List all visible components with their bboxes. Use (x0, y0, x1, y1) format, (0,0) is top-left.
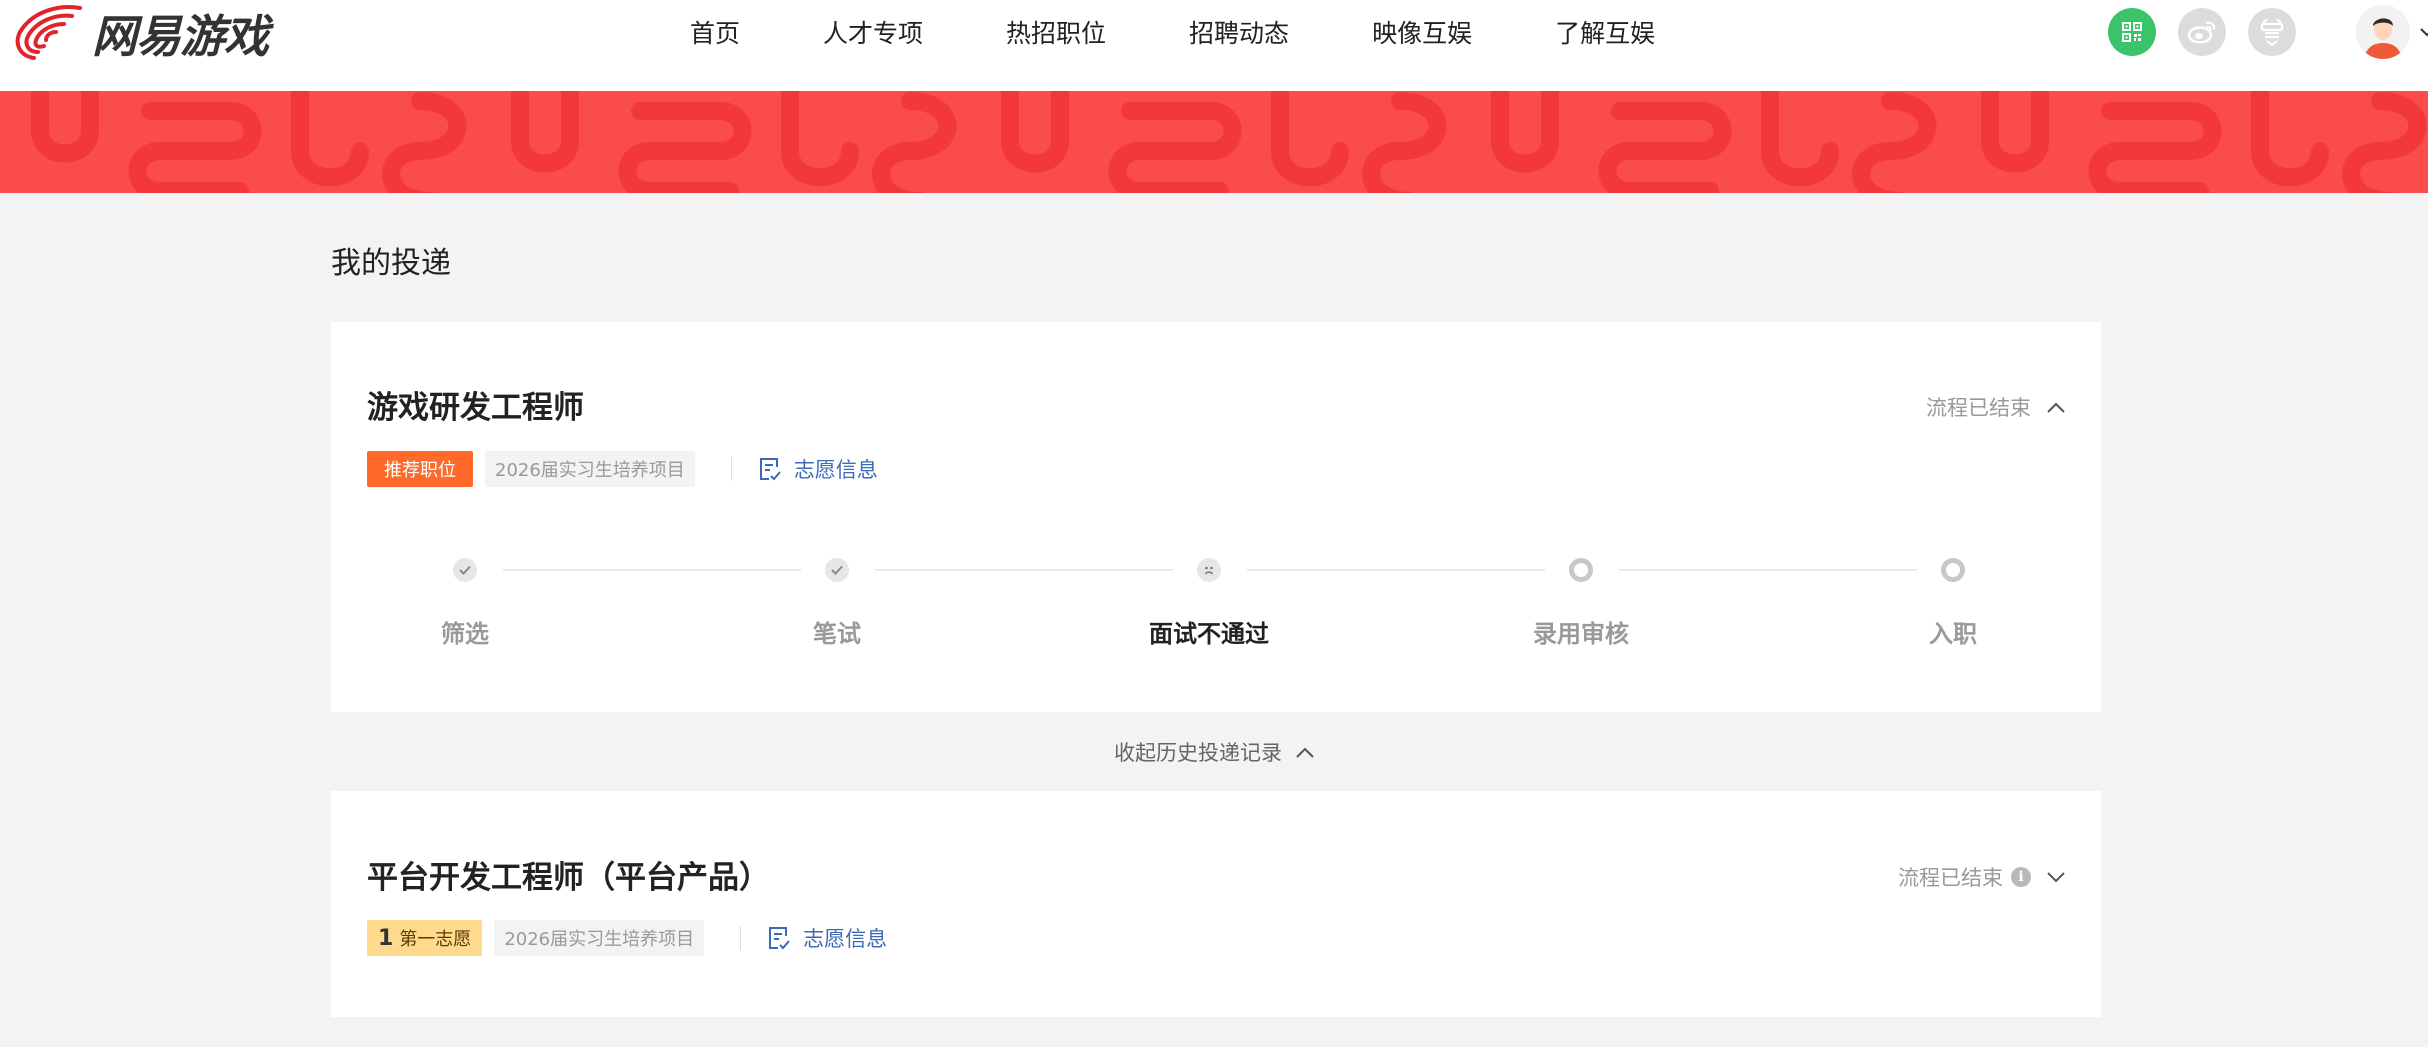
info-icon[interactable]: i (2011, 867, 2031, 887)
step-label: 录用审核 (1533, 620, 1629, 648)
job-title[interactable]: 平台开发工程师（平台产品） (367, 852, 770, 897)
wish-info-label: 志愿信息 (793, 458, 878, 482)
logo[interactable]: 网易游戏 (10, 0, 269, 64)
divider (730, 457, 732, 481)
step-label-current: 面试不通过 (1149, 620, 1269, 648)
qrcode-icon[interactable] (2108, 8, 2156, 56)
application-card: 游戏研发工程师 流程已结束 推荐职位 2026届实习生培养项目 志愿信息 筛选 … (331, 322, 2101, 712)
priority-number: 1 (378, 925, 394, 951)
pending-dot-icon (1569, 558, 1593, 582)
bilibili-icon[interactable] (2248, 8, 2296, 56)
application-card: 平台开发工程师（平台产品） 流程已结束 i 1 第一志愿 2026届实习生培养项… (331, 791, 2101, 1017)
page-title: 我的投递 (331, 246, 451, 281)
step-connector (875, 569, 1173, 571)
header-actions (2108, 5, 2428, 59)
page-banner (0, 91, 2428, 193)
wish-info-label: 志愿信息 (803, 927, 888, 951)
sad-face-icon (1197, 558, 1221, 582)
nav-item-about[interactable]: 了解互娱 (1555, 14, 1655, 50)
nav-item-hot-jobs[interactable]: 热招职位 (1006, 14, 1106, 50)
document-check-icon (769, 927, 790, 950)
logo-text: 网易游戏 (92, 9, 269, 63)
wish-info-link[interactable]: 志愿信息 (767, 923, 887, 953)
step-connector (1247, 569, 1545, 571)
pending-dot-icon (1941, 558, 1965, 582)
step-label: 笔试 (813, 620, 861, 648)
tag-row: 1 第一志愿 2026届实习生培养项目 志愿信息 (367, 920, 887, 956)
priority-label: 第一志愿 (399, 929, 472, 950)
status-toggle[interactable]: 流程已结束 i (1898, 862, 2065, 892)
nav-item-media[interactable]: 映像互娱 (1372, 14, 1472, 50)
chevron-down-icon (2047, 871, 2065, 882)
check-icon (825, 558, 849, 582)
project-badge: 2026届实习生培养项目 (494, 920, 705, 956)
status-text: 流程已结束 (1898, 866, 2003, 890)
chevron-up-icon (2047, 402, 2065, 413)
avatar[interactable] (2356, 5, 2410, 59)
collapse-history-toggle: 收起历史投递记录 (0, 737, 2428, 767)
chevron-up-icon (1296, 747, 1314, 758)
collapse-history-button[interactable]: 收起历史投递记录 (1114, 737, 1314, 767)
top-navbar: 网易游戏 首页 人才专项 热招职位 招聘动态 映像互娱 了解互娱 (0, 0, 2428, 91)
check-icon (453, 558, 477, 582)
priority-badge: 1 第一志愿 (367, 920, 483, 956)
nav-item-news[interactable]: 招聘动态 (1189, 14, 1289, 50)
collapse-history-label: 收起历史投递记录 (1114, 741, 1282, 765)
step-connector (503, 569, 801, 571)
nav-item-home[interactable]: 首页 (690, 14, 740, 50)
chevron-down-icon[interactable] (2420, 27, 2428, 37)
main-nav: 首页 人才专项 热招职位 招聘动态 映像互娱 了解互娱 (690, 0, 1655, 64)
step-label: 入职 (1929, 620, 1977, 648)
recommend-badge: 推荐职位 (367, 451, 473, 487)
weibo-icon[interactable] (2178, 8, 2226, 56)
status-text: 流程已结束 (1926, 396, 2031, 420)
step-connector (1619, 569, 1917, 571)
status-toggle[interactable]: 流程已结束 (1926, 392, 2065, 422)
step-label: 筛选 (441, 620, 489, 648)
tag-row: 推荐职位 2026届实习生培养项目 志愿信息 (367, 451, 878, 487)
banner-pattern (31, 91, 2427, 193)
project-badge: 2026届实习生培养项目 (485, 451, 695, 487)
job-title[interactable]: 游戏研发工程师 (367, 382, 584, 427)
divider (740, 926, 742, 950)
wish-info-link[interactable]: 志愿信息 (758, 454, 878, 484)
netease-phoenix-icon (15, 5, 82, 60)
nav-item-talent[interactable]: 人才专项 (823, 14, 923, 50)
document-check-icon (759, 458, 781, 481)
progress-steps: 筛选 笔试 面试不通过 录用审核 入职 (331, 558, 2101, 658)
